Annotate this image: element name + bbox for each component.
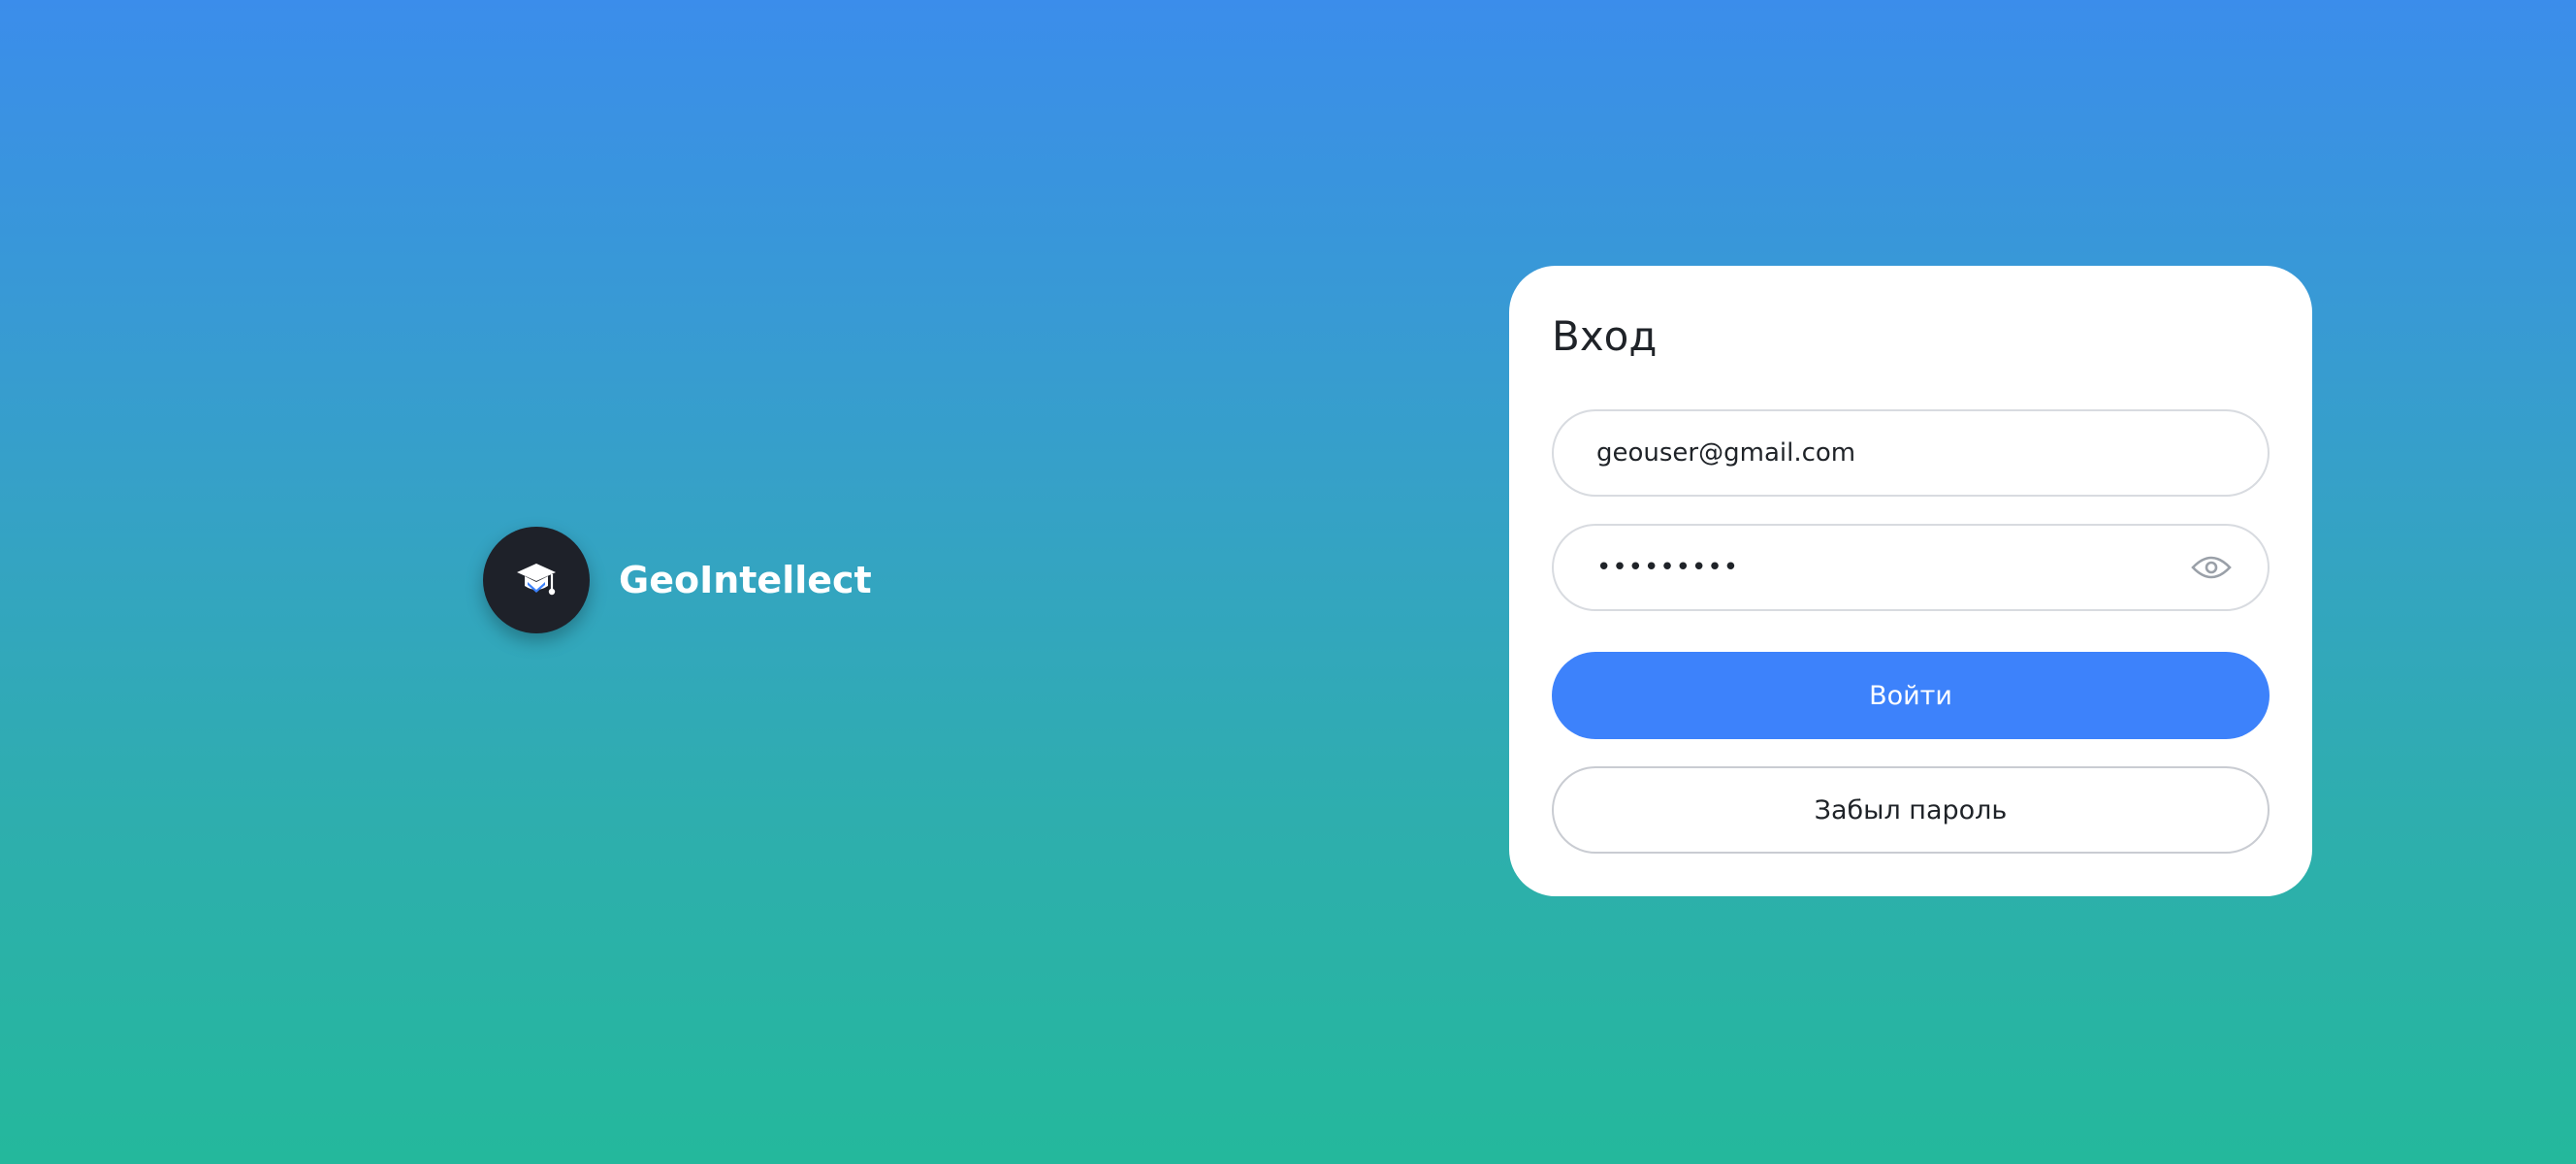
password-field[interactable] <box>1596 553 2190 582</box>
brand-logo <box>483 527 590 633</box>
login-button[interactable]: Войти <box>1552 652 2270 739</box>
email-field-wrapper[interactable] <box>1552 409 2270 497</box>
password-field-wrapper[interactable] <box>1552 524 2270 611</box>
forgot-password-button[interactable]: Забыл пароль <box>1552 766 2270 854</box>
eye-icon <box>2191 556 2232 579</box>
email-field[interactable] <box>1596 438 2225 468</box>
show-password-button[interactable] <box>2190 546 2233 589</box>
login-card: Вход Войти Забыл пароль <box>1509 266 2312 896</box>
login-title: Вход <box>1552 312 1658 360</box>
brand: GeoIntellect <box>483 527 872 633</box>
graduation-cap-icon <box>517 564 556 596</box>
brand-name: GeoIntellect <box>619 559 872 601</box>
